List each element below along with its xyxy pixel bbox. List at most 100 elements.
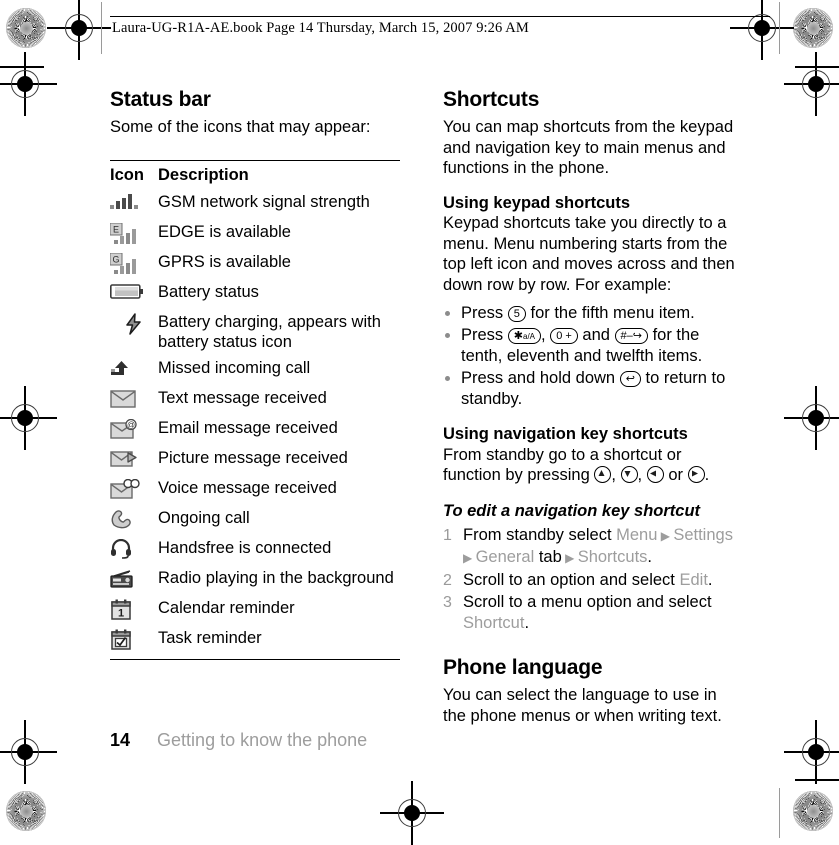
status-bar-intro: Some of the icons that may appear:: [110, 118, 371, 136]
bullet-text-before: Press: [461, 304, 504, 322]
comma: ,: [637, 466, 643, 484]
step-part: Scroll to an option and select: [463, 571, 680, 589]
registration-mark-mid-right: [784, 386, 839, 450]
key-hash: #–↪: [614, 328, 648, 344]
registration-mark-top-right: [730, 0, 794, 60]
registration-mark-bottom-right: [784, 720, 839, 784]
shortcuts-intro: You can map shortcuts from the keypad an…: [443, 118, 734, 177]
svg-text:@: @: [127, 420, 135, 429]
menu-term: Shortcuts: [577, 548, 648, 566]
nav-key-down-icon: [620, 466, 638, 483]
table-row: Radio playing in the background: [110, 565, 400, 595]
color-target-top-right: [793, 8, 833, 48]
handsfree-icon: [110, 537, 158, 559]
status-bar-heading: Status bar: [110, 88, 211, 111]
trim-line-top-right: [795, 66, 839, 68]
page-footer: 14 Getting to know the phone: [110, 730, 367, 751]
list-item: Press 5 for the fifth menu item.: [443, 303, 743, 324]
table-row: E EDGE is available: [110, 219, 400, 249]
table-row: Battery charging, appears with battery s…: [110, 309, 400, 355]
signal-strength-icon: [110, 191, 158, 210]
list-item: Scroll to an option and select Edit.: [443, 570, 743, 591]
navigation-shortcuts-body: From standby go to a shortcut or functio…: [443, 445, 743, 486]
picture-message-icon: [110, 447, 158, 469]
menu-term: Edit: [679, 571, 708, 589]
table-row: Handsfree is connected: [110, 535, 400, 565]
text-message-icon: [110, 387, 158, 409]
step-part: Scroll to a menu option and select: [463, 593, 712, 611]
row-description: Picture message received: [158, 448, 348, 467]
phone-language-body: You can select the language to use in th…: [443, 686, 722, 725]
row-description: Ongoing call: [158, 508, 250, 527]
row-description: Handsfree is connected: [158, 538, 332, 557]
list-item: Press ✱a/A, 0 + and #–↪ for the tenth, e…: [443, 325, 743, 367]
table-bottom-rule: [110, 658, 400, 661]
keypad-shortcut-bullets: Press 5 for the fifth menu item. Press ✱…: [443, 303, 743, 410]
shortcuts-heading: Shortcuts: [443, 88, 540, 111]
conjunction-and: and: [582, 326, 610, 344]
trim-line-top-left: [0, 66, 44, 68]
column-header-description: Description: [158, 165, 249, 184]
row-description: Voice message received: [158, 478, 337, 497]
right-column: Shortcuts You can map shortcuts from the…: [443, 88, 743, 726]
path-arrow-icon: ▶: [463, 551, 476, 565]
table-row: Task reminder: [110, 625, 400, 655]
bullet-text-before: Press and hold down: [461, 369, 616, 387]
color-target-top-left: [6, 8, 46, 48]
ongoing-call-icon: [110, 507, 158, 529]
registration-mark-mid-left: [0, 386, 57, 450]
gprs-available-icon: G: [110, 251, 158, 275]
menu-term: Menu: [616, 526, 658, 544]
row-description: GSM network signal strength: [158, 192, 370, 211]
table-row: GSM network signal strength: [110, 189, 400, 219]
nav-key-right-icon: [687, 466, 705, 483]
bullet-text-after: for the fifth menu item.: [530, 304, 695, 322]
procedure-title: To edit a navigation key shortcut: [443, 501, 701, 520]
trim-line-bottom-right: [795, 779, 839, 781]
registration-mark-bottom-center-left: [380, 781, 444, 845]
menu-term: Settings: [673, 526, 733, 544]
list-item: From standby select Menu ▶ Settings ▶ Ge…: [443, 525, 743, 569]
registration-mark-bottom-left: [0, 720, 57, 784]
keypad-shortcuts-subheading: Using keypad shortcuts: [443, 193, 631, 212]
voice-message-icon: [110, 477, 158, 500]
step-part: tab: [534, 548, 562, 566]
registration-mark-right: [784, 52, 839, 116]
color-target-bottom-left: [6, 791, 46, 831]
table-header-row: Icon Description: [110, 161, 400, 189]
menu-term: General: [475, 548, 535, 566]
nav-key-left-icon: [646, 466, 664, 483]
key-back: ↩: [619, 371, 641, 387]
table-row: Text message received: [110, 385, 400, 415]
task-reminder-icon: [110, 627, 158, 651]
keypad-shortcuts-body: Keypad shortcuts take you directly to a …: [443, 214, 735, 294]
row-description: Calendar reminder: [158, 598, 295, 617]
table-row: Missed incoming call: [110, 355, 400, 385]
nav-body-text: From standby go to a shortcut or functio…: [443, 445, 682, 485]
table-row: 1 Calendar reminder: [110, 595, 400, 625]
row-description: EDGE is available: [158, 222, 291, 241]
table-row: G GPRS is available: [110, 249, 400, 279]
key-star: ✱a/A: [507, 328, 542, 344]
battery-charging-icon: [110, 311, 158, 335]
step-part: .: [647, 548, 652, 566]
left-column: Status bar Some of the icons that may ap…: [110, 88, 400, 661]
list-item: Scroll to a menu option and select Short…: [443, 592, 743, 634]
row-description: Radio playing in the background: [158, 568, 394, 587]
book-header: Laura-UG-R1A-AE.book Page 14 Thursday, M…: [112, 20, 529, 36]
bullet-text-before: Press: [461, 326, 504, 344]
phone-language-heading: Phone language: [443, 656, 603, 679]
table-row: @ Email message received: [110, 415, 400, 445]
row-description: Battery charging, appears with battery s…: [158, 312, 381, 352]
calendar-reminder-icon: 1: [110, 597, 158, 621]
gutter-rule-bottom: [779, 788, 780, 838]
comma: ,: [541, 326, 546, 344]
color-target-bottom-right: [793, 791, 833, 831]
path-arrow-icon: ▶: [657, 529, 674, 543]
column-header-icon: Icon: [110, 165, 144, 184]
table-row: Battery status: [110, 279, 400, 309]
footer-section-title: Getting to know the phone: [157, 730, 368, 750]
table-row: Ongoing call: [110, 505, 400, 535]
list-item: Press and hold down ↩ to return to stand…: [443, 368, 743, 410]
comma: ,: [611, 466, 616, 484]
